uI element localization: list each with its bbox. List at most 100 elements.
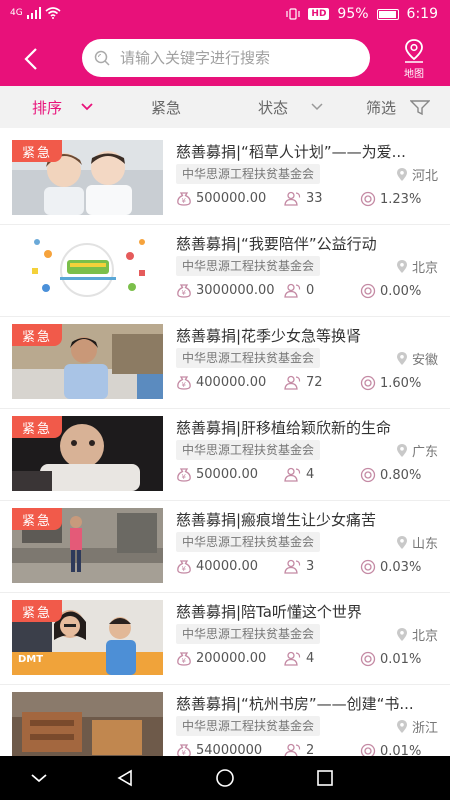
square-recents-icon bbox=[317, 770, 333, 786]
signal-icon bbox=[26, 7, 41, 19]
amount-value: 40000.00 bbox=[196, 559, 259, 574]
progress-stat: 1.60% bbox=[360, 375, 421, 391]
organization-badge: 中华思源工程扶贫基金会 bbox=[176, 164, 321, 184]
money-bag-icon: ¥ bbox=[177, 284, 191, 298]
organization-badge: 中华思源工程扶贫基金会 bbox=[176, 348, 321, 368]
project-thumbnail bbox=[12, 232, 163, 307]
progress-ring-icon bbox=[360, 191, 376, 207]
location-text: 安徽 bbox=[411, 353, 438, 368]
location-pin-icon bbox=[396, 444, 407, 457]
list-item[interactable]: 紧急 慈善募捐|花季少女急等换肾 中华思源工程扶贫基金会 安徽 ¥ 400000… bbox=[0, 317, 450, 409]
sort-filter-label: 排序 bbox=[32, 98, 63, 117]
list-item[interactable]: 紧急 慈善募捐|瘢痕增生让少女痛苦 中华思源工程扶贫基金会 山东 ¥ 40000… bbox=[0, 501, 450, 593]
search-input[interactable] bbox=[120, 49, 350, 67]
clock: 6:19 bbox=[406, 6, 438, 22]
sort-filter[interactable]: 排序 bbox=[32, 86, 94, 128]
state-filter[interactable]: 状态 bbox=[258, 86, 324, 128]
project-stats: ¥ 50000.00 4 0.80% bbox=[176, 467, 440, 487]
donors-value: 4 bbox=[306, 651, 315, 666]
donors-stat: 0 bbox=[284, 283, 314, 298]
project-thumbnail: 紧急 bbox=[12, 508, 163, 583]
urgent-tag: 紧急 bbox=[12, 140, 62, 162]
progress-ring-icon bbox=[360, 559, 376, 575]
location: 浙江 bbox=[396, 717, 438, 736]
hd-badge: HD bbox=[308, 8, 330, 20]
location-text: 广东 bbox=[411, 445, 438, 460]
urgent-filter-label: 紧急 bbox=[151, 98, 182, 117]
donors-value: 0 bbox=[306, 283, 315, 298]
project-title: 慈善募捐|陪Ta听懂这个世界 bbox=[176, 603, 362, 621]
people-icon bbox=[284, 651, 301, 666]
location-text: 北京 bbox=[411, 629, 438, 644]
project-thumbnail: DMT 紧急 bbox=[12, 600, 163, 675]
search-icon bbox=[94, 50, 110, 66]
svg-text:¥: ¥ bbox=[182, 197, 187, 205]
search-box[interactable] bbox=[82, 39, 370, 77]
list-item[interactable]: 慈善募捐|“我要陪伴”公益行动 中华思源工程扶贫基金会 北京 ¥ 3000000… bbox=[0, 225, 450, 317]
recents-button[interactable] bbox=[310, 764, 340, 792]
progress-stat: 0.03% bbox=[360, 559, 421, 575]
urgent-filter[interactable]: 紧急 bbox=[151, 86, 181, 128]
money-bag-icon: ¥ bbox=[177, 468, 191, 482]
location-text: 北京 bbox=[411, 261, 438, 276]
amount-stat: ¥ 50000.00 bbox=[176, 467, 258, 482]
donors-value: 72 bbox=[306, 375, 323, 390]
advanced-filter[interactable]: 筛选 bbox=[366, 86, 431, 128]
amount-value: 400000.00 bbox=[196, 375, 267, 390]
organization-badge: 中华思源工程扶贫基金会 bbox=[176, 440, 321, 460]
progress-value: 0.00% bbox=[380, 283, 422, 299]
location: 山东 bbox=[396, 533, 438, 552]
back-button[interactable] bbox=[16, 44, 46, 74]
amount-stat: ¥ 40000.00 bbox=[176, 559, 258, 574]
people-icon bbox=[284, 191, 301, 206]
svg-text:¥: ¥ bbox=[182, 381, 187, 389]
project-thumbnail: 紧急 bbox=[12, 140, 163, 215]
vibrate-icon bbox=[286, 8, 301, 20]
hide-nav-button[interactable] bbox=[24, 764, 54, 792]
triangle-back-icon bbox=[117, 769, 132, 787]
map-button[interactable]: 地图 bbox=[392, 38, 436, 82]
project-title: 慈善募捐|“稻草人计划”——为爱... bbox=[176, 143, 406, 161]
location: 安徽 bbox=[396, 349, 438, 368]
svg-text:¥: ¥ bbox=[182, 565, 187, 573]
chevron-down-icon bbox=[31, 774, 47, 783]
people-icon bbox=[284, 375, 301, 390]
organization-badge: 中华思源工程扶贫基金会 bbox=[176, 716, 321, 736]
chevron-down-icon bbox=[81, 103, 93, 111]
urgent-tag: 紧急 bbox=[12, 324, 62, 346]
location: 河北 bbox=[396, 165, 438, 184]
organization-badge: 中华思源工程扶贫基金会 bbox=[176, 624, 321, 644]
list-item[interactable]: 紧急 慈善募捐|“稻草人计划”——为爱... 中华思源工程扶贫基金会 河北 ¥ … bbox=[0, 133, 450, 225]
progress-ring-icon bbox=[360, 651, 376, 667]
map-label: 地图 bbox=[404, 69, 424, 80]
battery-icon bbox=[376, 8, 399, 20]
location-pin-icon bbox=[396, 720, 407, 733]
system-back-button[interactable] bbox=[110, 764, 140, 792]
donors-stat: 72 bbox=[284, 375, 323, 390]
project-thumbnail: 紧急 bbox=[12, 416, 163, 491]
list-item[interactable]: DMT 紧急 慈善募捐|陪Ta听懂这个世界 中华思源工程扶贫基金会 北京 ¥ 2… bbox=[0, 593, 450, 685]
funnel-icon bbox=[410, 100, 431, 115]
progress-ring-icon bbox=[360, 283, 376, 299]
urgent-tag: 紧急 bbox=[12, 508, 62, 530]
list-item[interactable]: 紧急 慈善募捐|肝移植给颖欣新的生命 中华思源工程扶贫基金会 广东 ¥ 5000… bbox=[0, 409, 450, 501]
organization-badge: 中华思源工程扶贫基金会 bbox=[176, 256, 321, 276]
progress-value: 1.60% bbox=[380, 375, 422, 391]
home-button[interactable] bbox=[210, 764, 240, 792]
location-text: 山东 bbox=[411, 537, 438, 552]
svg-text:¥: ¥ bbox=[182, 289, 187, 297]
money-bag-icon: ¥ bbox=[177, 376, 191, 390]
svg-text:¥: ¥ bbox=[182, 473, 187, 481]
map-pin-icon bbox=[405, 39, 423, 63]
urgent-tag: 紧急 bbox=[12, 416, 62, 438]
app-header: 地图 bbox=[0, 32, 450, 86]
money-bag-icon: ¥ bbox=[177, 192, 191, 206]
people-icon bbox=[284, 467, 301, 482]
progress-ring-icon bbox=[360, 375, 376, 391]
donors-stat: 4 bbox=[284, 651, 314, 666]
wifi-icon bbox=[45, 7, 61, 19]
amount-value: 3000000.00 bbox=[196, 283, 275, 298]
progress-stat: 0.00% bbox=[360, 283, 421, 299]
progress-stat: 1.23% bbox=[360, 191, 421, 207]
location-pin-icon bbox=[396, 536, 407, 549]
